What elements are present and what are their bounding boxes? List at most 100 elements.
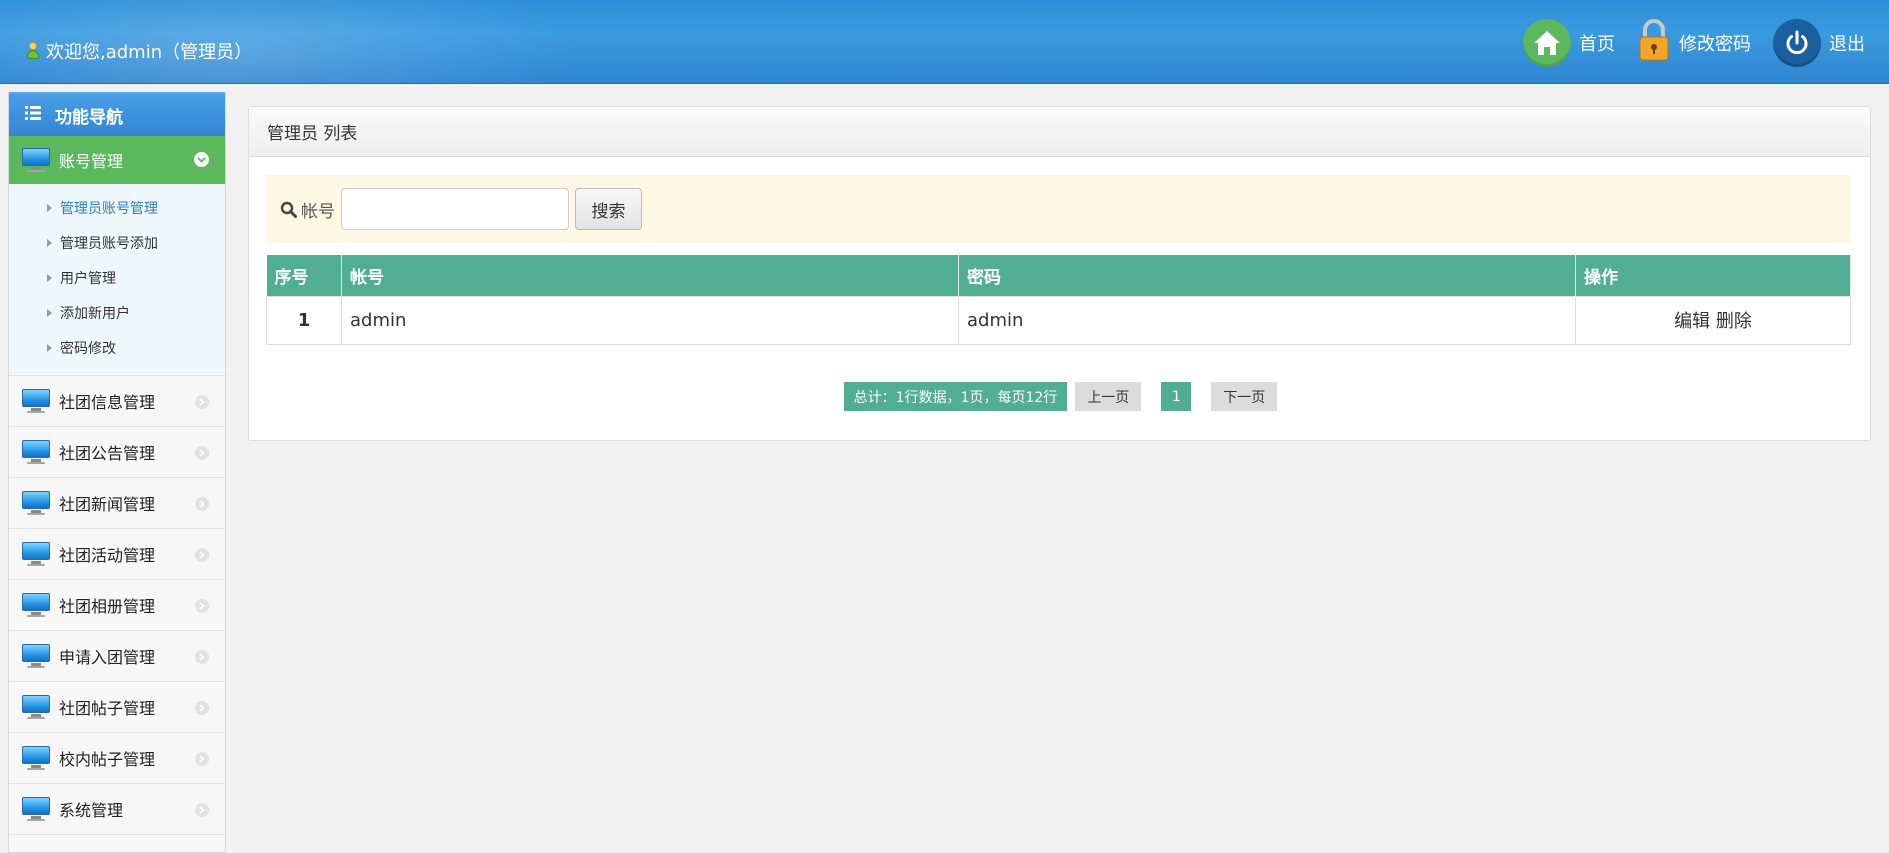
sidebar-item-label: 管理员账号添加	[60, 235, 158, 252]
caret-right-icon	[47, 308, 52, 317]
sidebar-item-add-admin[interactable]: 管理员账号添加	[9, 225, 225, 260]
sidebar-group-club-notice[interactable]: 社团公告管理	[9, 427, 225, 478]
column-header-password: 密码	[958, 255, 1576, 296]
search-bar: 帐号 搜索	[266, 175, 1851, 243]
top-actions: 首页 修改密码 退出	[1523, 18, 1865, 67]
account-submenu: 管理员账号管理 管理员账号添加 用户管理 添加新用户 密码修改	[9, 184, 225, 376]
sidebar-group-club-posts[interactable]: 社团帖子管理	[9, 682, 225, 733]
monitor-icon	[21, 745, 51, 771]
sidebar-group-label: 申请入团管理	[59, 648, 156, 667]
welcome-area: 欢迎您,admin（管理员）	[26, 38, 252, 64]
sidebar-group-join-requests[interactable]: 申请入团管理	[9, 631, 225, 682]
chevron-right-icon	[195, 446, 209, 460]
chevron-right-icon	[195, 395, 209, 409]
chevron-right-icon	[195, 752, 209, 766]
sidebar-item-users[interactable]: 用户管理	[9, 260, 225, 295]
panel-title: 管理员 列表	[249, 107, 1870, 157]
change-password-label: 修改密码	[1679, 33, 1751, 55]
sidebar-group-label: 社团帖子管理	[59, 699, 156, 718]
monitor-icon	[21, 439, 51, 465]
logout-button[interactable]: 退出	[1773, 18, 1865, 67]
account-search-input[interactable]	[341, 188, 569, 230]
prev-page-button[interactable]: 上一页	[1075, 382, 1142, 411]
chevron-right-icon	[195, 548, 209, 562]
column-header-actions: 操作	[1575, 255, 1851, 296]
admin-list-panel: 管理员 列表 帐号 搜索 序号 帐号 密码 操作 1 admin admin 编…	[248, 106, 1871, 441]
table-header-row: 序号 帐号 密码 操作	[266, 255, 1851, 296]
chevron-right-icon	[195, 599, 209, 613]
lock-icon	[1637, 18, 1671, 67]
sidebar-group-label: 社团活动管理	[59, 546, 156, 565]
monitor-icon	[21, 147, 51, 173]
cell-actions: 编辑 删除	[1575, 295, 1851, 345]
sidebar-group-label: 账号管理	[59, 152, 124, 171]
chevron-right-icon	[195, 650, 209, 664]
delete-link[interactable]: 删除	[1716, 311, 1752, 332]
monitor-icon	[21, 592, 51, 618]
column-header-account: 帐号	[341, 255, 959, 296]
sidebar-group-label: 社团相册管理	[59, 597, 156, 616]
sidebar-group-club-news[interactable]: 社团新闻管理	[9, 478, 225, 529]
search-label-text: 帐号	[301, 201, 335, 222]
search-icon	[280, 201, 297, 218]
monitor-icon	[21, 694, 51, 720]
caret-right-icon	[47, 343, 52, 352]
search-label: 帐号	[280, 197, 335, 222]
sidebar: 功能导航 账号管理 管理员账号管理 管理员账号添加 用户管理 添加新用户 密码修…	[8, 92, 226, 853]
sidebar-group-label: 系统管理	[59, 801, 124, 820]
sidebar-group-club-activity[interactable]: 社团活动管理	[9, 529, 225, 580]
caret-right-icon	[47, 203, 52, 212]
home-label: 首页	[1579, 33, 1615, 55]
sidebar-group-label: 社团信息管理	[59, 393, 156, 412]
search-button[interactable]: 搜索	[575, 188, 642, 230]
change-password-button[interactable]: 修改密码	[1637, 18, 1751, 67]
next-page-button[interactable]: 下一页	[1211, 382, 1278, 411]
home-button[interactable]: 首页	[1523, 18, 1615, 67]
sidebar-item-add-user[interactable]: 添加新用户	[9, 295, 225, 330]
pagination: 总计：1行数据，1页，每页12行 上一页 1 下一页	[249, 382, 1872, 411]
caret-right-icon	[47, 273, 52, 282]
sidebar-item-label: 添加新用户	[60, 305, 130, 322]
sidebar-group-club-info[interactable]: 社团信息管理	[9, 376, 225, 427]
user-icon	[26, 42, 40, 60]
sidebar-group-label: 社团公告管理	[59, 444, 156, 463]
cell-password: admin	[958, 295, 1576, 345]
column-header-no: 序号	[266, 255, 342, 296]
monitor-icon	[21, 388, 51, 414]
sidebar-group-label: 社团新闻管理	[59, 495, 156, 514]
sidebar-group-system[interactable]: 系统管理	[9, 784, 225, 835]
admin-table: 序号 帐号 密码 操作 1 admin admin 编辑 删除	[266, 255, 1851, 345]
sidebar-item-label: 用户管理	[60, 270, 116, 287]
sidebar-group-club-album[interactable]: 社团相册管理	[9, 580, 225, 631]
chevron-right-icon	[195, 803, 209, 817]
sidebar-group-label: 校内帖子管理	[59, 750, 156, 769]
monitor-icon	[21, 541, 51, 567]
monitor-icon	[21, 643, 51, 669]
cell-no: 1	[266, 295, 342, 345]
welcome-text: 欢迎您,admin（管理员）	[46, 42, 253, 63]
monitor-icon	[21, 490, 51, 516]
chevron-right-icon	[195, 497, 209, 511]
monitor-icon	[21, 796, 51, 822]
list-icon	[25, 105, 41, 125]
sidebar-item-label: 管理员账号管理	[60, 200, 158, 217]
cell-account: admin	[341, 295, 959, 345]
home-icon	[1523, 18, 1571, 67]
sidebar-group-account[interactable]: 账号管理	[9, 136, 225, 184]
nav-title: 功能导航	[55, 107, 123, 128]
caret-right-icon	[47, 238, 52, 247]
pagination-info: 总计：1行数据，1页，每页12行	[843, 382, 1068, 411]
sidebar-item-change-password[interactable]: 密码修改	[9, 330, 225, 365]
edit-link[interactable]: 编辑	[1674, 311, 1710, 332]
logout-label: 退出	[1829, 33, 1865, 55]
page-number-current[interactable]: 1	[1161, 382, 1192, 411]
sidebar-item-label: 密码修改	[60, 340, 116, 357]
nav-header: 功能导航	[9, 92, 225, 136]
sidebar-group-campus-posts[interactable]: 校内帖子管理	[9, 733, 225, 784]
table-row: 1 admin admin 编辑 删除	[266, 295, 1851, 345]
sidebar-item-admin-accounts[interactable]: 管理员账号管理	[9, 190, 225, 225]
chevron-right-icon	[195, 701, 209, 715]
chevron-down-icon	[194, 152, 209, 167]
power-icon	[1773, 18, 1821, 67]
top-header: 欢迎您,admin（管理员） 首页 修改密码 退出	[0, 0, 1889, 84]
